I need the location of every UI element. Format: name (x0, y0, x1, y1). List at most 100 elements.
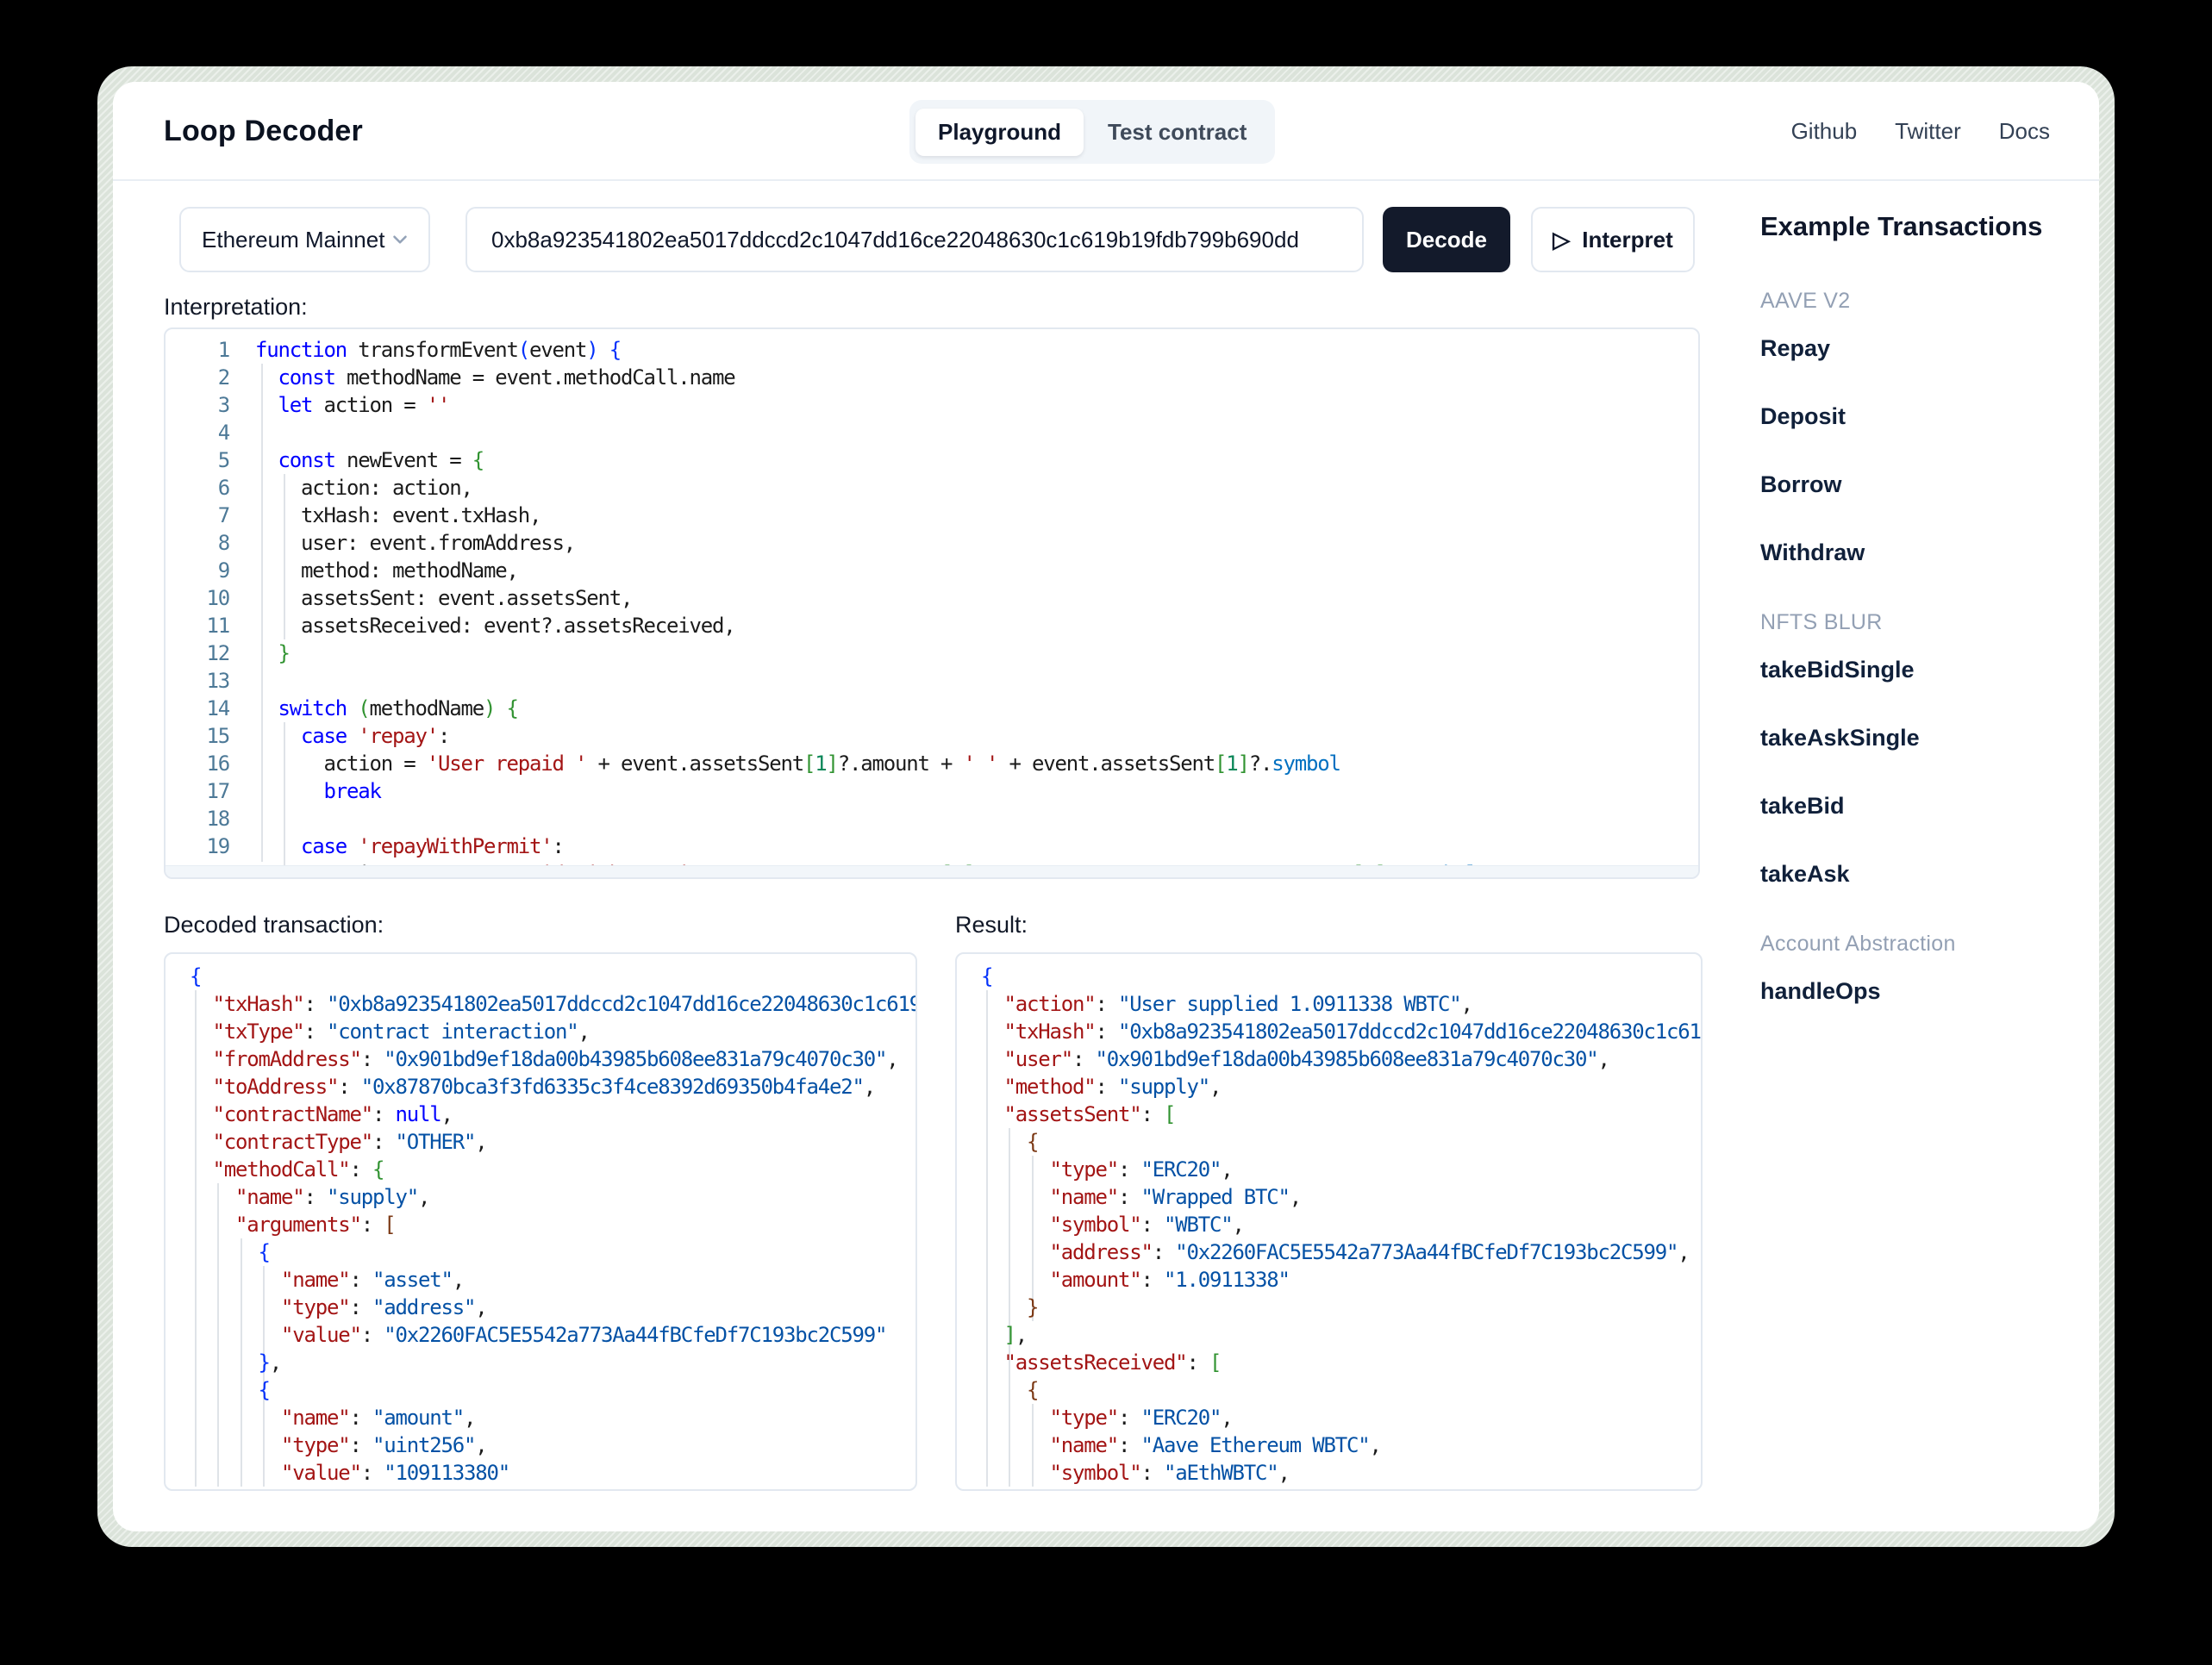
interpretation-label: Interpretation: (164, 294, 308, 320)
code-line: "address": "0x5Ee5bf7ae06D1Be5997A1A7200… (981, 1487, 1701, 1489)
code-line: { (981, 964, 993, 988)
tx-hash-input[interactable] (466, 207, 1364, 272)
sidebar-section-label: Account Abstraction (1760, 932, 1956, 956)
code-line: "user": "0x901bd9ef18da00b43985b608ee831… (1003, 1047, 1610, 1071)
tab-playground[interactable]: Playground (915, 108, 1084, 156)
header-link-docs[interactable]: Docs (1999, 118, 2050, 145)
decoded-panel[interactable]: { "txHash": "0xb8a923541802ea5017ddccd2c… (164, 952, 917, 1491)
code-line: "type": "uint256", (281, 1433, 488, 1457)
code-line: "methodCall": { (212, 1157, 385, 1182)
line-number: 19 (206, 834, 231, 858)
decoded-label: Decoded transaction: (164, 912, 384, 938)
sidebar-section-label: AAVE V2 (1760, 289, 1851, 313)
interpret-button[interactable]: ▷ Interpret (1531, 207, 1695, 272)
interpret-label: Interpret (1582, 226, 1673, 253)
result-panel[interactable]: { "action": "User supplied 1.0911338 WBT… (955, 952, 1703, 1491)
app-title: Loop Decoder (164, 115, 363, 147)
sidebar-item-takeask[interactable]: takeAsk (1760, 861, 2079, 889)
window-frame: Loop Decoder Playground Test contract Git… (97, 66, 2115, 1547)
line-number: 8 (217, 531, 230, 555)
line-number: 6 (217, 476, 230, 500)
decode-button[interactable]: Decode (1383, 207, 1510, 272)
sidebar-sections: AAVE V2 Repay Deposit Borrow Withdraw NFTS BL… (1760, 289, 2079, 1006)
code-line: switch (methodName) { (278, 696, 519, 720)
code-line: "assetsReceived": [ (1003, 1350, 1222, 1375)
horizontal-scrollbar[interactable] (166, 865, 1698, 877)
line-number: 9 (217, 558, 230, 583)
code-line: { (190, 964, 202, 988)
code-line: const newEvent = { (278, 448, 485, 472)
code-line: "contractName": null, (212, 1102, 453, 1126)
code-line: } (278, 641, 291, 665)
result-json[interactable]: { "action": "User supplied 1.0911338 WBT… (981, 963, 1702, 1489)
header-link-twitter[interactable]: Twitter (1895, 118, 1961, 145)
sidebar-item-takebid[interactable]: takeBid (1760, 793, 2079, 820)
code-line: method: methodName, (255, 558, 519, 583)
code-line: case 'repay': (301, 724, 450, 748)
code-line: "address": "0x2260FAC5E5542a773Aa44fBCfe… (1049, 1240, 1690, 1264)
code-line: } (190, 1487, 915, 1489)
app-header: Loop Decoder Playground Test contract Git… (113, 82, 2099, 181)
code-editor[interactable]: 1234567891011121314151617181920 function… (164, 327, 1700, 879)
code-line: "name": "amount", (281, 1406, 476, 1430)
sidebar-item-takeasksingle[interactable]: takeAskSingle (1760, 725, 2079, 752)
sidebar-item-repay[interactable]: Repay (1760, 335, 2079, 363)
network-select[interactable]: Ethereum Mainnet (179, 207, 430, 272)
code-line: "symbol": "WBTC", (1049, 1213, 1245, 1237)
sidebar-item-withdraw[interactable]: Withdraw (1760, 539, 2079, 567)
code-line: action = 'User repaid ' + event.assetsSe… (255, 751, 1340, 776)
code-line: action: action, (255, 476, 473, 500)
code-line: assetsReceived: event?.assetsReceived, (255, 614, 736, 638)
line-number: 3 (217, 393, 230, 417)
code-line: assetsSent: event.assetsSent, (255, 586, 633, 610)
line-number: 2 (217, 365, 230, 390)
code-line: "name": "Aave Ethereum WBTC", (1049, 1433, 1382, 1457)
header-link-github[interactable]: Github (1791, 118, 1858, 145)
code-line: "name": "supply", (235, 1185, 430, 1209)
code-line: } (1027, 1295, 1039, 1319)
sidebar-item-takebidsingle[interactable]: takeBidSingle (1760, 657, 2079, 684)
result-label: Result: (955, 912, 1028, 938)
line-number: 10 (206, 586, 231, 610)
sidebar-section-label: NFTS BLUR (1760, 610, 1883, 634)
code-line: "toAddress": "0x87870bca3f3fd6335c3f4ce8… (212, 1075, 877, 1099)
line-number: 11 (206, 614, 231, 638)
app-window: Loop Decoder Playground Test contract Git… (113, 82, 2099, 1531)
line-number: 7 (217, 503, 230, 527)
code-line: "txHash": "0xb8a923541802ea5017ddccd2c10… (212, 992, 916, 1016)
code-line: case 'repayWithPermit': (301, 834, 565, 858)
sidebar-item-borrow[interactable]: Borrow (1760, 471, 2079, 499)
code-line: "action": "User supplied 1.0911338 WBTC"… (1003, 992, 1473, 1016)
tab-test-contract[interactable]: Test contract (1085, 109, 1269, 156)
header-links: Github Twitter Docs (1791, 82, 2050, 181)
line-number: 1 (217, 338, 230, 362)
code-line: break (323, 779, 382, 803)
sidebar-section: Account Abstraction handleOps (1760, 932, 2079, 1006)
code-line: "txType": "contract interaction", (212, 1020, 590, 1044)
code-line: "amount": "1.0911338" (1049, 1268, 1290, 1292)
sidebar-item-deposit[interactable]: Deposit (1760, 403, 2079, 431)
interpretation-code[interactable]: function transformEvent(event) { const m… (255, 336, 1698, 877)
code-line: ], (1003, 1323, 1028, 1347)
code-line: "type": "ERC20", (1049, 1157, 1234, 1182)
decoded-json[interactable]: { "txHash": "0xb8a923541802ea5017ddccd2c… (190, 963, 916, 1489)
line-number: 14 (206, 696, 231, 720)
sidebar-section: AAVE V2 Repay Deposit Borrow Withdraw (1760, 289, 2079, 567)
code-line: "type": "ERC20", (1049, 1406, 1234, 1430)
line-number: 12 (206, 641, 231, 665)
code-line: "txHash": "0xb8a923541802ea5017ddccd2c10… (1003, 1020, 1702, 1044)
line-numbers: 1234567891011121314151617181920 (166, 336, 231, 877)
code-line: "fromAddress": "0x901bd9ef18da00b43985b6… (212, 1047, 899, 1071)
play-icon: ▷ (1553, 227, 1571, 253)
chevron-down-icon (393, 235, 407, 244)
sidebar-item-handleops[interactable]: handleOps (1760, 978, 2079, 1006)
code-line: let action = '' (278, 393, 451, 417)
code-line: function transformEvent(event) { (255, 338, 622, 362)
line-number: 4 (217, 421, 230, 445)
code-line: txHash: event.txHash, (255, 503, 541, 527)
code-line: { (1027, 1130, 1039, 1154)
code-line: "contractType": "OTHER", (212, 1130, 488, 1154)
